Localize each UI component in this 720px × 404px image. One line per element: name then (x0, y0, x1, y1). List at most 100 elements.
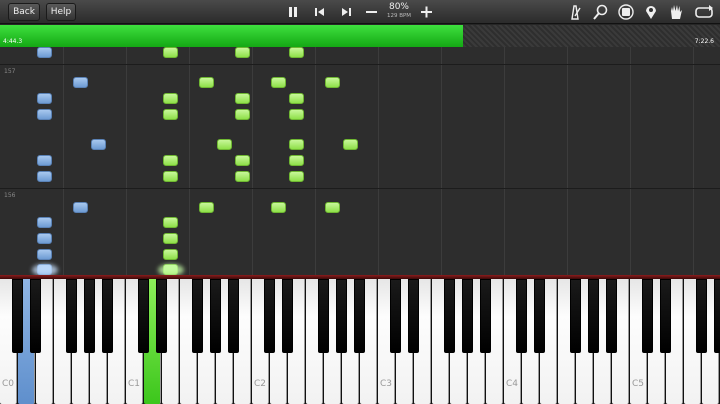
black-key[interactable] (30, 279, 41, 353)
previous-icon (315, 8, 324, 16)
minus-icon (366, 11, 377, 13)
octave-line (252, 47, 253, 275)
right-hand-note (289, 171, 304, 182)
left-hand-note (73, 77, 88, 88)
black-key[interactable] (264, 279, 275, 353)
speed-up-button[interactable] (417, 3, 437, 21)
right-hand-note (235, 109, 250, 120)
right-hand-note (235, 93, 250, 104)
black-key[interactable] (138, 279, 149, 353)
song-progress-bar[interactable]: 4:44.3 7:22.6 (0, 25, 720, 47)
elapsed-time: 4:44.3 (3, 38, 23, 45)
location-pin-icon (646, 6, 656, 19)
black-key[interactable] (588, 279, 599, 353)
left-hand-note (37, 109, 52, 120)
black-key[interactable] (408, 279, 419, 353)
black-key[interactable] (84, 279, 95, 353)
search-button[interactable] (592, 3, 610, 21)
right-hand-note (163, 171, 178, 182)
black-key[interactable] (354, 279, 365, 353)
metronome-button[interactable] (566, 3, 584, 21)
label-icon (618, 4, 634, 20)
black-key[interactable] (480, 279, 491, 353)
measure-label: 157 (4, 68, 16, 75)
black-key[interactable] (462, 279, 473, 353)
speed-display: 80% 129 BPM (384, 2, 414, 20)
right-hand-note (163, 233, 178, 244)
left-hand-note (73, 202, 88, 213)
speed-bpm: 129 BPM (386, 13, 412, 19)
left-hand-note (37, 93, 52, 104)
octave-line (189, 47, 190, 275)
right-hand-note (343, 139, 358, 150)
left-hand-note (37, 249, 52, 260)
left-hand-note (37, 155, 52, 166)
speed-percent: 80% (388, 2, 409, 12)
loop-icon (695, 5, 713, 18)
black-key[interactable] (282, 279, 293, 353)
right-hand-note (217, 139, 232, 150)
metronome-icon (571, 5, 581, 20)
back-button[interactable]: Back (8, 3, 40, 21)
right-hand-note (289, 155, 304, 166)
measure-line (0, 188, 720, 189)
octave-line (126, 47, 127, 275)
octave-line (630, 47, 631, 275)
progress-fill (0, 25, 463, 47)
falling-notes-area: 157 156 (0, 47, 720, 275)
octave-line (63, 47, 64, 275)
right-hand-note (199, 77, 214, 88)
black-key[interactable] (192, 279, 203, 353)
black-key[interactable] (390, 279, 401, 353)
right-hand-note (325, 77, 340, 88)
black-key[interactable] (102, 279, 113, 353)
right-hand-note (289, 47, 304, 58)
left-hand-note (91, 139, 106, 150)
black-key[interactable] (606, 279, 617, 353)
help-button[interactable]: Help (46, 3, 76, 21)
right-hand-note (325, 202, 340, 213)
black-key[interactable] (516, 279, 527, 353)
octave-label: C2 (254, 379, 267, 389)
loop-button[interactable] (693, 3, 715, 21)
location-button[interactable] (642, 3, 660, 21)
plus-icon (421, 6, 432, 18)
left-hand-note (37, 47, 52, 58)
hand-button[interactable] (667, 3, 685, 21)
octave-line (315, 47, 316, 275)
black-key[interactable] (318, 279, 329, 353)
next-button[interactable] (336, 3, 356, 21)
black-key[interactable] (210, 279, 221, 353)
black-key[interactable] (66, 279, 77, 353)
previous-button[interactable] (310, 3, 330, 21)
black-key[interactable] (534, 279, 545, 353)
black-key[interactable] (12, 279, 23, 353)
pause-button[interactable] (283, 3, 303, 21)
octave-line (504, 47, 505, 275)
label-button[interactable] (617, 3, 635, 21)
black-key[interactable] (156, 279, 167, 353)
speed-down-button[interactable] (362, 3, 382, 21)
measure-label: 156 (4, 192, 16, 199)
left-hand-note (37, 217, 52, 228)
black-key[interactable] (570, 279, 581, 353)
black-key[interactable] (336, 279, 347, 353)
black-key[interactable] (642, 279, 653, 353)
next-icon (342, 8, 351, 16)
black-key[interactable] (660, 279, 671, 353)
right-hand-note (289, 93, 304, 104)
black-key[interactable] (714, 279, 720, 353)
right-hand-note (289, 109, 304, 120)
right-hand-note (163, 249, 178, 260)
black-key[interactable] (696, 279, 707, 353)
search-icon (593, 4, 608, 20)
right-hand-note (289, 139, 304, 150)
black-key[interactable] (444, 279, 455, 353)
right-hand-note (235, 47, 250, 58)
piano-keyboard[interactable]: C0 C1 C2 C3 C4 C5 (0, 275, 720, 404)
black-key[interactable] (228, 279, 239, 353)
pause-icon (289, 7, 297, 17)
total-time: 7:22.6 (694, 38, 714, 45)
octave-line (567, 47, 568, 275)
right-hand-note (271, 77, 286, 88)
